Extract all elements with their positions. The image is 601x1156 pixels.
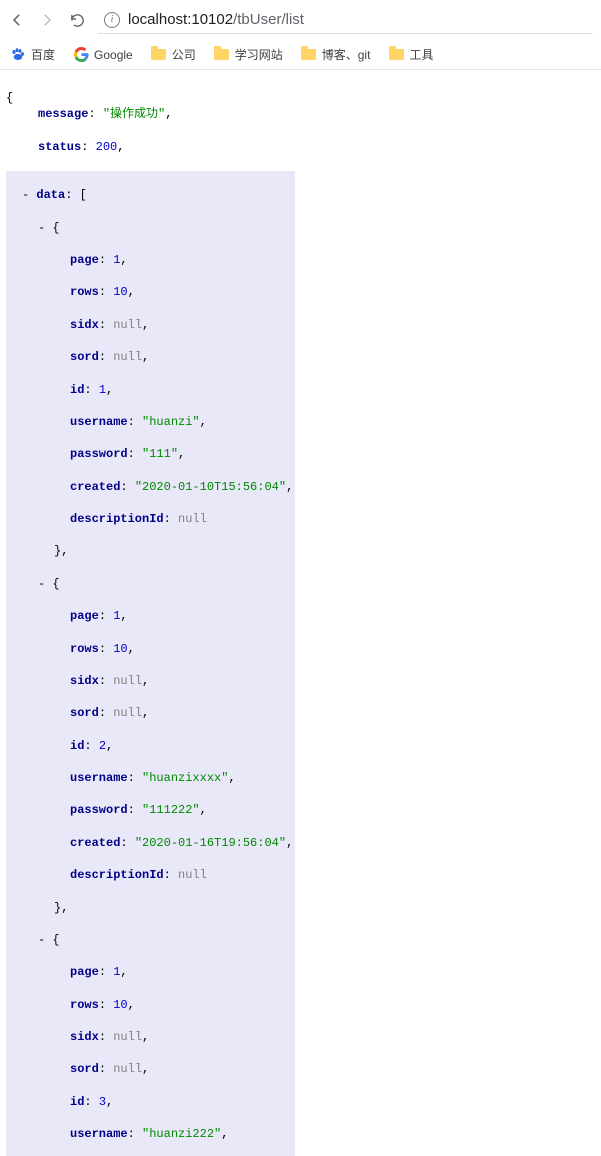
json-value: 10 — [113, 998, 127, 1012]
json-value: "huanzixxxx" — [142, 771, 228, 785]
json-value: "huanzi" — [142, 415, 200, 429]
json-key: password — [70, 447, 142, 461]
back-button[interactable] — [8, 11, 26, 29]
json-value: null — [113, 1062, 142, 1076]
bookmark-baidu[interactable]: 百度 — [10, 46, 55, 63]
json-key: sidx — [70, 318, 113, 332]
folder-icon — [151, 47, 167, 63]
json-key: id — [70, 739, 99, 753]
json-key: page — [70, 253, 113, 267]
bookmark-label: 博客、git — [322, 46, 371, 63]
json-key: descriptionId — [70, 868, 178, 882]
json-key: sord — [70, 1062, 113, 1076]
json-key: rows — [70, 285, 113, 299]
json-key: sord — [70, 706, 113, 720]
json-value: 1 — [113, 965, 120, 979]
collapse-toggle[interactable]: - — [38, 221, 52, 235]
folder-icon — [388, 47, 404, 63]
json-key: message — [38, 107, 103, 121]
json-key: page — [70, 965, 113, 979]
json-key: created — [70, 480, 135, 494]
json-value: "操作成功" — [103, 107, 165, 121]
folder-icon — [214, 47, 230, 63]
bookmark-google[interactable]: Google — [73, 47, 133, 63]
forward-button[interactable] — [38, 11, 56, 29]
bookmark-label: 工具 — [409, 46, 433, 63]
bookmark-folder-tools[interactable]: 工具 — [388, 46, 433, 63]
site-info-icon[interactable]: i — [104, 12, 120, 28]
browser-nav-bar: i localhost:10102/tbUser/list — [0, 0, 601, 40]
json-value: 10 — [113, 642, 127, 656]
json-key: sidx — [70, 1030, 113, 1044]
json-key: id — [70, 383, 99, 397]
json-value: null — [113, 1030, 142, 1044]
json-key: data — [36, 188, 79, 202]
bookmark-label: 学习网站 — [235, 46, 283, 63]
json-key: rows — [70, 642, 113, 656]
json-value: 200 — [96, 140, 118, 154]
json-key: page — [70, 609, 113, 623]
json-value: "111" — [142, 447, 178, 461]
bookmark-folder-blog-git[interactable]: 博客、git — [301, 46, 371, 63]
json-key: username — [70, 1127, 142, 1141]
json-key: sidx — [70, 674, 113, 688]
collapse-toggle[interactable]: - — [38, 577, 52, 591]
json-viewer: { message"操作成功", status200, - data[ - { … — [0, 70, 601, 1156]
folder-icon — [301, 47, 317, 63]
json-key: created — [70, 836, 135, 850]
json-value: 10 — [113, 285, 127, 299]
bookmark-folder-study[interactable]: 学习网站 — [214, 46, 283, 63]
json-value: "huanzi222" — [142, 1127, 221, 1141]
json-value: 3 — [99, 1095, 106, 1109]
bookmark-label: Google — [94, 48, 133, 62]
json-value: null — [113, 318, 142, 332]
baidu-paw-icon — [10, 47, 26, 63]
json-value: null — [178, 868, 207, 882]
json-value: null — [178, 512, 207, 526]
collapse-toggle[interactable]: - — [38, 933, 52, 947]
json-key: username — [70, 415, 142, 429]
json-key: status — [38, 140, 96, 154]
json-value: "2020-01-10T15:56:04" — [135, 480, 286, 494]
json-value: null — [113, 706, 142, 720]
bookmarks-bar: 百度 Google 公司 学习网站 博客、git 工具 — [0, 40, 601, 70]
json-value: null — [113, 674, 142, 688]
json-value: "2020-01-16T19:56:04" — [135, 836, 286, 850]
reload-button[interactable] — [68, 11, 86, 29]
json-key: username — [70, 771, 142, 785]
bookmark-label: 百度 — [31, 46, 55, 63]
json-key: password — [70, 803, 142, 817]
bookmark-label: 公司 — [172, 46, 196, 63]
json-value: 1 — [113, 609, 120, 623]
json-key: rows — [70, 998, 113, 1012]
json-value: null — [113, 350, 142, 364]
url-text: localhost:10102/tbUser/list — [128, 11, 304, 28]
address-bar[interactable]: i localhost:10102/tbUser/list — [98, 6, 593, 34]
google-g-icon — [73, 47, 89, 63]
json-key: id — [70, 1095, 99, 1109]
bookmark-folder-company[interactable]: 公司 — [151, 46, 196, 63]
json-value: 2 — [99, 739, 106, 753]
json-key: sord — [70, 350, 113, 364]
json-value: 1 — [99, 383, 106, 397]
collapse-toggle[interactable]: - — [22, 188, 36, 202]
json-value: "111222" — [142, 803, 200, 817]
json-key: descriptionId — [70, 512, 178, 526]
